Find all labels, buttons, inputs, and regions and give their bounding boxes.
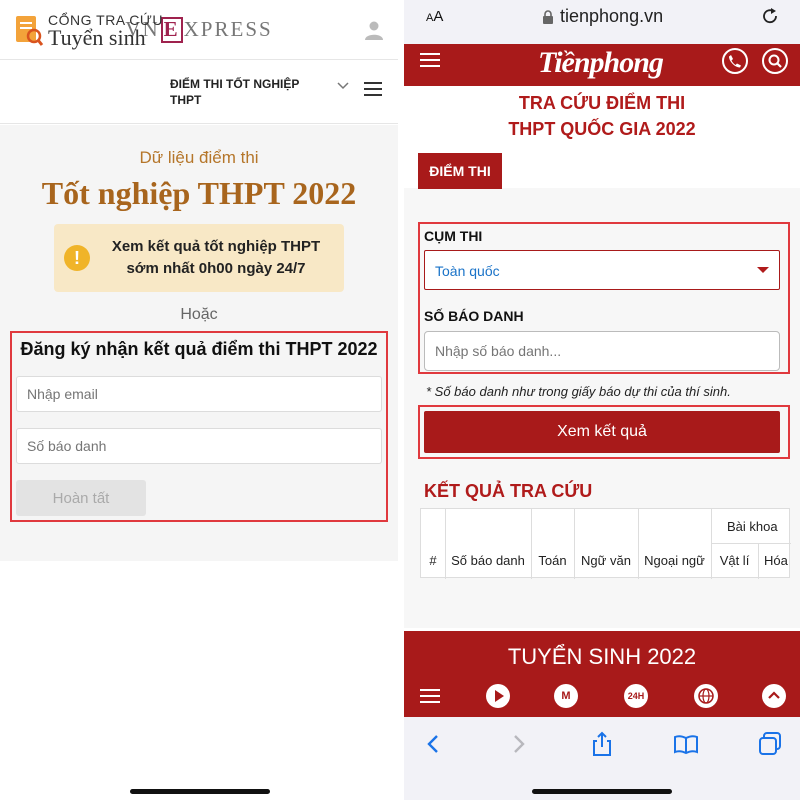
play-icon[interactable] [486, 684, 510, 708]
or-separator: Hoặc [180, 306, 218, 323]
register-form-title: Đăng ký nhận kết quả điểm thi THPT 2022 [20, 339, 378, 359]
logo-text-right: XPRESS [183, 17, 273, 41]
page-title: Tốt nghiệp THPT 2022 [41, 175, 357, 211]
table-divider [574, 509, 575, 579]
results-title: KẾT QUẢ TRA CỨU [424, 481, 593, 501]
globe-icon[interactable] [694, 684, 718, 708]
email-input[interactable] [16, 376, 382, 412]
student-id-note: * Số báo danh như trong giấy báo dự thi … [426, 384, 731, 399]
result-alert: ! Xem kết quả tốt nghiệp THPT sớm nhất 0… [54, 224, 344, 292]
table-divider [711, 509, 712, 579]
search-icon[interactable] [762, 48, 788, 74]
table-divider [758, 543, 759, 579]
admissions-banner[interactable]: TUYỂN SINH 2022 [404, 631, 800, 677]
bookmarks-icon[interactable] [672, 730, 700, 758]
lock-icon [543, 10, 553, 24]
alert-text: Xem kết quả tốt nghiệp THPT sớm nhất 0h0… [111, 238, 321, 277]
cluster-selected-value: Toàn quốc [435, 263, 500, 279]
magazine-icon[interactable]: M [554, 684, 578, 708]
reload-icon[interactable] [760, 6, 780, 26]
lookup-title-line1: TRA CỨU ĐIỂM THI [518, 93, 686, 113]
vnexpress-panel: VN E XPRESS CỔNG TRA CỨU Tuyển sinh ĐIỂM… [0, 0, 398, 800]
24h-icon[interactable]: 24H [624, 684, 648, 708]
table-header-chemistry: Hóa [764, 553, 788, 568]
table-header-student-id: Số báo danh [451, 553, 525, 568]
table-header-science-group: Bài khoa [727, 519, 778, 534]
tienphong-logo[interactable]: Tiềnphong [538, 46, 664, 80]
tuyen-sinh-logo[interactable]: CỔNG TRA CỨU Tuyển sinh [14, 13, 163, 49]
student-id-input[interactable] [16, 428, 382, 464]
results-table: # Số báo danh Toán Ngữ văn Ngoại ngữ Bài… [420, 508, 791, 579]
table-header-literature: Ngữ văn [581, 553, 631, 568]
hamburger-menu-icon[interactable] [420, 52, 440, 68]
tabs-icon[interactable] [756, 730, 784, 758]
table-divider [638, 509, 639, 579]
logo-e-box: E [160, 16, 183, 43]
table-header-index: # [429, 553, 437, 568]
chevron-down-icon[interactable] [337, 79, 349, 91]
portal-line2: Tuyển sinh [48, 25, 146, 50]
lookup-title-line2: THPT QUỐC GIA 2022 [508, 119, 696, 139]
phone-icon[interactable] [722, 48, 748, 74]
table-header-math: Toán [538, 553, 567, 568]
cluster-label: CỤM THI [424, 228, 483, 244]
tab-exam-score[interactable]: ĐIỂM THI [418, 153, 502, 189]
view-result-button[interactable]: Xem kết quả [424, 411, 780, 453]
home-indicator[interactable] [130, 789, 270, 794]
share-icon[interactable] [588, 730, 616, 758]
user-icon[interactable] [364, 20, 384, 40]
table-divider [531, 509, 532, 579]
back-icon[interactable] [420, 730, 448, 758]
student-id-input[interactable] [424, 331, 780, 371]
complete-button[interactable]: Hoàn tất [16, 480, 146, 516]
table-divider [711, 543, 791, 544]
hamburger-menu-icon[interactable] [364, 81, 382, 97]
forward-icon[interactable] [504, 730, 532, 758]
table-header-foreign-language: Ngoại ngữ [644, 553, 705, 568]
data-subtitle: Dữ liệu điểm thi [139, 148, 259, 167]
hamburger-menu-icon[interactable] [420, 688, 440, 704]
tienphong-panel: AA tienphong.vn Tiềnphong TRA CỨU ĐIỂM T… [404, 0, 800, 800]
table-header-physics: Vật lí [719, 553, 750, 568]
home-indicator[interactable] [532, 789, 672, 794]
warning-icon: ! [64, 245, 90, 271]
bottom-nav-bar [404, 677, 800, 717]
url-text[interactable]: tienphong.vn [560, 6, 663, 27]
table-divider [445, 509, 446, 579]
caret-down-icon [757, 267, 769, 273]
text-size-button[interactable]: AA [426, 8, 443, 25]
document-search-icon [16, 16, 44, 46]
cluster-select[interactable]: Toàn quốc [424, 250, 780, 290]
nav-exam-scores[interactable]: ĐIỂM THI TỐT NGHIỆP THPT [170, 76, 320, 108]
student-id-label: SỐ BÁO DANH [424, 308, 524, 324]
lookup-title: TRA CỨU ĐIỂM THI THPT QUỐC GIA 2022 [404, 90, 800, 142]
chevron-up-icon[interactable] [762, 684, 786, 708]
